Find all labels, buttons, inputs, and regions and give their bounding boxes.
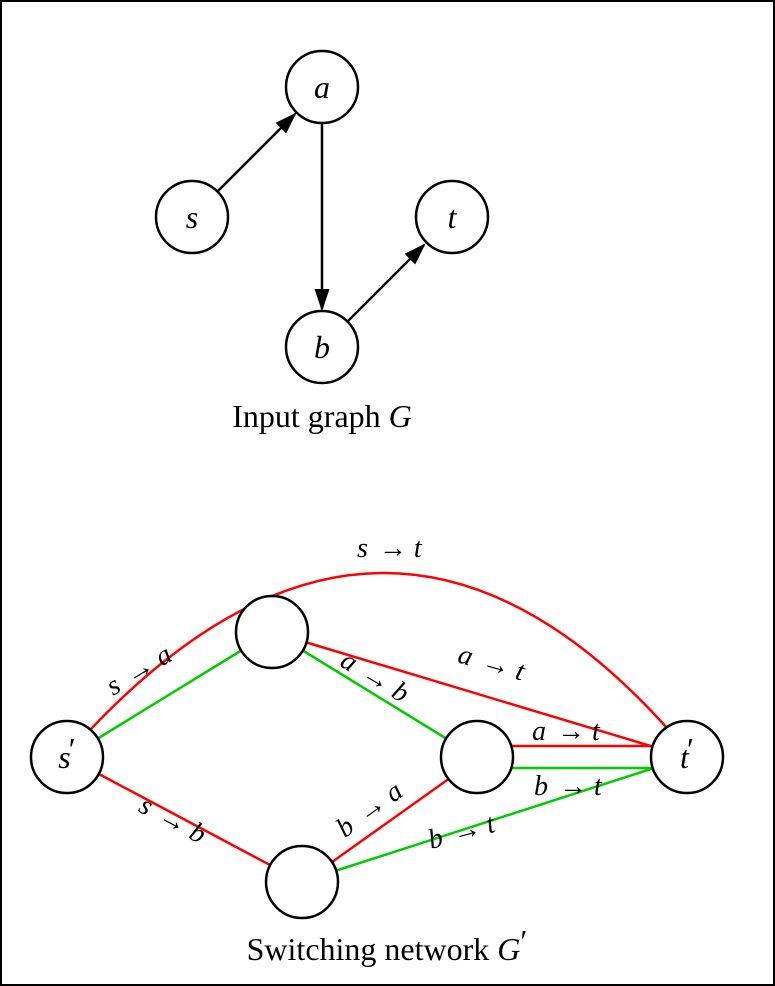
node-n1	[236, 596, 308, 668]
node-t-label: t	[448, 199, 458, 235]
edge-label-ab: a → b	[335, 645, 414, 710]
edge-b-t	[347, 245, 424, 322]
node-n3	[266, 846, 338, 918]
node-b-label: b	[314, 329, 330, 365]
caption-switching-network: Switching network G′	[247, 923, 528, 967]
caption-input-graph: Input graph G	[232, 398, 412, 434]
node-a-label: a	[314, 69, 330, 105]
edge-label-st: s → t	[357, 533, 423, 564]
edge-s-a	[217, 114, 295, 192]
diagram-container: s a b t Input graph G	[0, 0, 775, 986]
edge-label-sb: s → b	[134, 790, 211, 851]
switching-network-gprime: s′ t′ s → t s → a s → b a → b a → t	[31, 533, 723, 967]
edge-label-at1: a → t	[455, 639, 530, 688]
edge-label-at2: a → t	[532, 716, 601, 747]
edge-sprime-tprime-arc	[90, 573, 667, 730]
edge-label-bt2: b → t	[425, 808, 500, 856]
node-s-label: s	[186, 199, 198, 235]
input-graph-g: s a b t Input graph G	[156, 51, 488, 434]
edge-label-bt1: b → t	[534, 771, 603, 802]
edge-label-sa: s → a	[101, 639, 178, 702]
node-n2	[441, 721, 513, 793]
